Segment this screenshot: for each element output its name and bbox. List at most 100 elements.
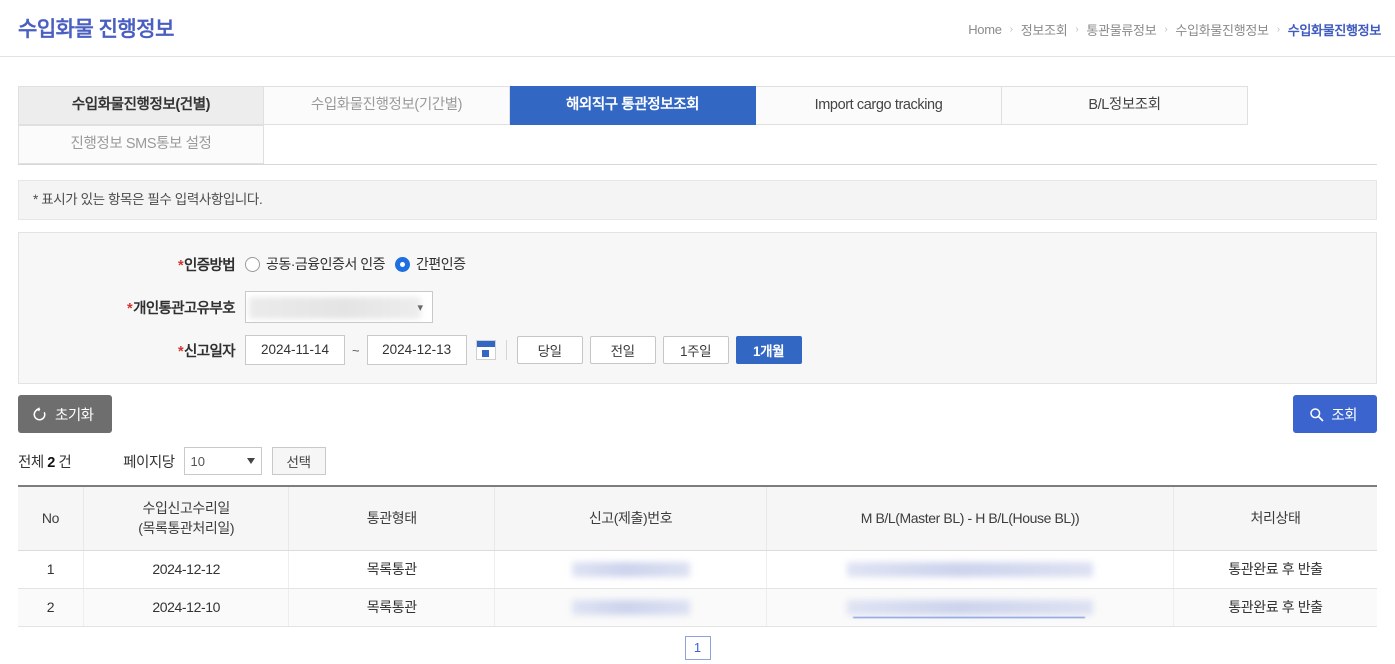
radio-option-simple-auth[interactable]: 간편인증 bbox=[395, 254, 466, 274]
radio-label-simple-auth: 간편인증 bbox=[416, 254, 466, 274]
table-header-row: No 수입신고수리일 (목록통관처리일) 통관형태 신고(제출)번호 M B/L… bbox=[18, 486, 1377, 550]
table-row[interactable]: 1 2024-12-12 목록통관 통관완료 후 반출 bbox=[18, 550, 1377, 588]
date-to-input[interactable]: 2024-12-13 bbox=[367, 335, 467, 365]
label-personal-code-text: 개인통관고유부호 bbox=[133, 301, 235, 317]
radio-icon-certificate[interactable] bbox=[245, 257, 260, 272]
per-page-value: 10 bbox=[191, 454, 205, 469]
result-table: No 수입신고수리일 (목록통관처리일) 통관형태 신고(제출)번호 M B/L… bbox=[18, 485, 1377, 627]
personal-customs-code-input[interactable]: ▾ bbox=[245, 291, 433, 323]
breadcrumb-item-info-search[interactable]: 정보조회 bbox=[1021, 20, 1068, 39]
page-header: 수입화물 진행정보 Home › 정보조회 › 통관물류정보 › 수입화물진행정… bbox=[0, 0, 1395, 57]
label-declare-date-text: 신고일자 bbox=[184, 344, 235, 360]
breadcrumb-separator-icon: › bbox=[1277, 24, 1280, 35]
chevron-down-icon[interactable]: ▾ bbox=[417, 301, 423, 314]
total-prefix: 전체 bbox=[18, 455, 44, 471]
cell-bl-no[interactable] bbox=[767, 550, 1174, 588]
date-from-input[interactable]: 2024-11-14 bbox=[245, 335, 345, 365]
search-icon bbox=[1309, 407, 1324, 422]
cell-clearance-date: 2024-12-12 bbox=[83, 550, 289, 588]
cell-no: 1 bbox=[18, 550, 83, 588]
total-count-value: 2 bbox=[47, 455, 55, 471]
radio-icon-simple-auth[interactable] bbox=[395, 257, 410, 272]
tab-sms-notification-setting[interactable]: 진행정보 SMS통보 설정 bbox=[18, 125, 264, 164]
radio-label-certificate: 공동·금융인증서 인증 bbox=[266, 254, 385, 274]
cell-status: 통관완료 후 반출 bbox=[1174, 588, 1378, 626]
search-button[interactable]: 조회 bbox=[1293, 395, 1377, 433]
action-bar: 초기화 조회 bbox=[18, 395, 1377, 433]
breadcrumb-separator-icon: › bbox=[1010, 24, 1013, 35]
breadcrumb-item-import-cargo[interactable]: 수입화물진행정보 bbox=[1175, 20, 1268, 39]
refresh-icon bbox=[32, 407, 47, 422]
cell-no: 2 bbox=[18, 588, 83, 626]
date-range-separator: ~ bbox=[352, 343, 360, 358]
label-auth-method-text: 인증방법 bbox=[184, 258, 235, 274]
link-underline bbox=[853, 617, 1085, 619]
total-suffix: 건 bbox=[58, 455, 71, 471]
required-asterisk: * bbox=[178, 258, 183, 274]
breadcrumb-separator-icon: › bbox=[1075, 24, 1078, 35]
breadcrumb-item-home[interactable]: Home bbox=[968, 22, 1001, 37]
redacted-value-overlay bbox=[249, 297, 421, 319]
redacted-declaration-no bbox=[572, 600, 690, 615]
range-button-yesterday[interactable]: 전일 bbox=[590, 336, 656, 364]
bl-no-link[interactable] bbox=[847, 599, 1093, 616]
required-field-notice: * 표시가 있는 항목은 필수 입력사항입니다. bbox=[18, 180, 1377, 220]
tab-overseas-direct-purchase[interactable]: 해외직구 통관정보조회 bbox=[510, 86, 756, 125]
range-button-one-month[interactable]: 1개월 bbox=[736, 336, 802, 364]
required-asterisk: * bbox=[178, 344, 183, 360]
form-row-auth-method: *인증방법 공동·금융인증서 인증 간편인증 bbox=[19, 247, 1376, 281]
redacted-bl-no bbox=[847, 562, 1093, 577]
total-count-text: 전체 2 건 bbox=[18, 451, 71, 472]
column-header-status: 처리상태 bbox=[1174, 486, 1378, 550]
search-form-panel: *인증방법 공동·금융인증서 인증 간편인증 *개인통관고유부호 ▾ *신고일자… bbox=[18, 232, 1377, 384]
breadcrumb-separator-icon: › bbox=[1164, 24, 1167, 35]
tab-import-cargo-by-item[interactable]: 수입화물진행정보(건별) bbox=[18, 86, 264, 125]
reset-button-label: 초기화 bbox=[55, 404, 94, 425]
column-header-clearance-date-line2: (목록통관처리일) bbox=[85, 518, 288, 538]
tab-import-cargo-tracking[interactable]: Import cargo tracking bbox=[756, 86, 1002, 125]
tab-row-secondary: 진행정보 SMS통보 설정 bbox=[18, 125, 1377, 164]
cell-clearance-date: 2024-12-10 bbox=[83, 588, 289, 626]
per-page-label: 페이지당 bbox=[123, 451, 174, 472]
tab-bl-info-search[interactable]: B/L정보조회 bbox=[1002, 86, 1248, 125]
range-button-today[interactable]: 당일 bbox=[517, 336, 583, 364]
per-page-select[interactable]: 10 bbox=[184, 447, 262, 475]
column-header-clearance-type: 통관형태 bbox=[289, 486, 495, 550]
table-header: No 수입신고수리일 (목록통관처리일) 통관형태 신고(제출)번호 M B/L… bbox=[18, 486, 1377, 550]
range-button-one-week[interactable]: 1주일 bbox=[663, 336, 729, 364]
radio-option-certificate[interactable]: 공동·금융인증서 인증 bbox=[245, 254, 385, 274]
pagination: 1 bbox=[0, 636, 1395, 660]
chevron-down-icon bbox=[247, 458, 255, 464]
column-header-declaration-no: 신고(제출)번호 bbox=[495, 486, 767, 550]
reset-button[interactable]: 초기화 bbox=[18, 395, 112, 433]
cell-declaration-no bbox=[495, 588, 767, 626]
table-row[interactable]: 2 2024-12-10 목록통관 통관완료 후 반출 bbox=[18, 588, 1377, 626]
breadcrumb-item-current: 수입화물진행정보 bbox=[1288, 20, 1381, 39]
column-header-clearance-date-line1: 수입신고수리일 bbox=[85, 498, 288, 518]
tab-import-cargo-by-period[interactable]: 수입화물진행정보(기간별) bbox=[264, 86, 510, 125]
calendar-icon[interactable] bbox=[476, 340, 496, 360]
breadcrumb-item-customs-logistics[interactable]: 통관물류정보 bbox=[1086, 20, 1156, 39]
form-row-declare-date: *신고일자 2024-11-14 ~ 2024-12-13 당일 전일 1주일 … bbox=[19, 333, 1376, 367]
form-row-personal-code: *개인통관고유부호 ▾ bbox=[19, 287, 1376, 327]
divider bbox=[506, 340, 507, 360]
label-personal-code: *개인통관고유부호 bbox=[19, 297, 245, 318]
apply-select-button[interactable]: 선택 bbox=[272, 447, 326, 475]
column-header-bl-no: M B/L(Master BL) - H B/L(House BL)) bbox=[767, 486, 1174, 550]
page-number-1[interactable]: 1 bbox=[685, 636, 711, 660]
column-header-clearance-date: 수입신고수리일 (목록통관처리일) bbox=[83, 486, 289, 550]
label-auth-method: *인증방법 bbox=[19, 254, 245, 275]
cell-clearance-type: 목록통관 bbox=[289, 588, 495, 626]
column-header-no: No bbox=[18, 486, 83, 550]
required-asterisk: * bbox=[127, 301, 132, 317]
cell-bl-no[interactable] bbox=[767, 588, 1174, 626]
page-title: 수입화물 진행정보 bbox=[18, 13, 174, 43]
search-button-label: 조회 bbox=[1331, 404, 1357, 425]
radio-group-auth-method: 공동·금융인증서 인증 간편인증 bbox=[245, 254, 466, 274]
list-toolbar: 전체 2 건 페이지당 10 선택 bbox=[18, 446, 1377, 476]
redacted-declaration-no bbox=[572, 562, 690, 577]
cell-declaration-no bbox=[495, 550, 767, 588]
cell-clearance-type: 목록통관 bbox=[289, 550, 495, 588]
cell-status: 통관완료 후 반출 bbox=[1174, 550, 1378, 588]
tab-row-primary: 수입화물진행정보(건별) 수입화물진행정보(기간별) 해외직구 통관정보조회 I… bbox=[18, 86, 1377, 125]
